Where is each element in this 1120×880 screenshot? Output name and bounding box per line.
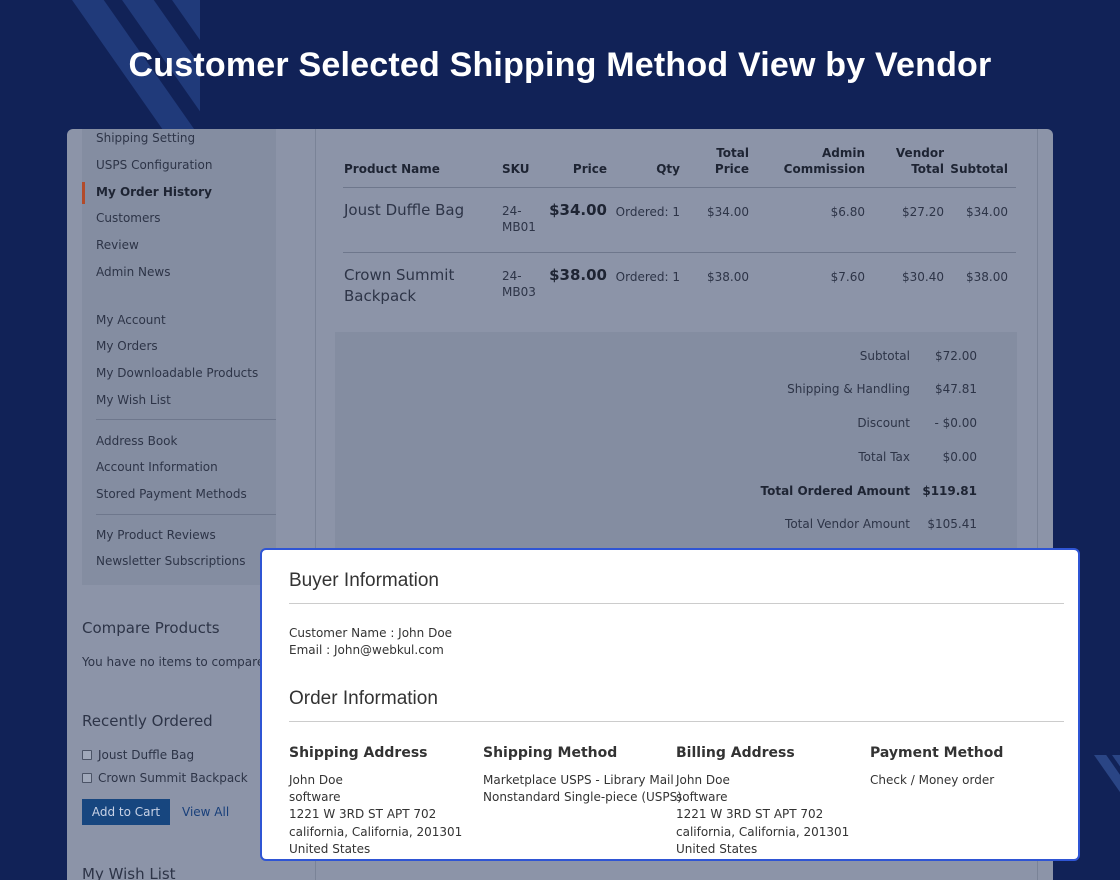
recent-item[interactable]: Joust Duffle Bag	[82, 748, 194, 762]
recent-item[interactable]: Crown Summit Backpack	[82, 771, 248, 785]
totals-subtotal-value: $72.00	[935, 349, 977, 363]
nav-my-order-history[interactable]: My Order History	[96, 185, 212, 199]
payment-method: Check / Money order	[870, 773, 995, 787]
nav-account-information[interactable]: Account Information	[96, 460, 218, 474]
buyer-information-title: Buyer Information	[289, 570, 439, 591]
totals-vendor-amount-label: Total Vendor Amount	[785, 517, 910, 531]
nav-newsletter-subscriptions[interactable]: Newsletter Subscriptions	[96, 554, 246, 568]
nav-my-wish-list[interactable]: My Wish List	[96, 393, 171, 407]
row-divider	[343, 187, 1016, 188]
nav-address-book[interactable]: Address Book	[96, 434, 177, 448]
nav-my-account[interactable]: My Account	[96, 313, 166, 327]
nav-admin-news[interactable]: Admin News	[96, 265, 170, 279]
nav-divider	[96, 419, 276, 420]
col-vendor-total: Vendor Total	[895, 146, 944, 176]
account-nav: Shipping Setting USPS Configuration My O…	[82, 129, 276, 585]
totals-subtotal-label: Subtotal	[859, 349, 910, 363]
row1-subtotal: $34.00	[966, 205, 1008, 219]
checkbox-icon[interactable]	[82, 773, 92, 783]
col-total-price: Total Price	[714, 146, 749, 176]
nav-stored-payment-methods[interactable]: Stored Payment Methods	[96, 487, 247, 501]
col-admin-commission: Admin Commission	[783, 146, 865, 176]
shipping-method-title: Shipping Method	[483, 745, 618, 761]
row1-admin-commission: $6.80	[830, 205, 865, 219]
customer-email: Email : John@webkul.com	[289, 643, 444, 657]
row1-total-price: $34.00	[707, 205, 749, 219]
buyer-order-info-card: Buyer Information Customer Name : John D…	[260, 548, 1080, 861]
section-rule	[289, 603, 1064, 604]
recently-ordered-title: Recently Ordered	[82, 712, 213, 730]
totals-tax-label: Total Tax	[858, 450, 910, 464]
shipping-address-title: Shipping Address	[289, 745, 428, 761]
shipping-address: John Doe software 1221 W 3RD ST APT 702 …	[289, 773, 463, 856]
wish-list-title: My Wish List	[82, 865, 176, 880]
nav-my-product-reviews[interactable]: My Product Reviews	[96, 528, 216, 542]
totals-shipping-value: $47.81	[935, 382, 977, 396]
totals-ordered-amount-label: Total Ordered Amount	[760, 484, 911, 498]
view-all-link[interactable]: View All	[182, 805, 229, 819]
nav-my-downloadable-products[interactable]: My Downloadable Products	[96, 366, 258, 380]
nav-usps-configuration[interactable]: USPS Configuration	[96, 158, 212, 172]
row1-qty: Ordered: 1	[615, 205, 680, 219]
totals-tax-value: $0.00	[942, 450, 977, 464]
col-price: Price	[572, 162, 607, 176]
totals-ordered-amount-value: $119.81	[922, 484, 977, 498]
col-sku: SKU	[502, 162, 530, 176]
col-subtotal: Subtotal	[950, 162, 1008, 176]
add-to-cart-button[interactable]: Add to Cart	[82, 799, 170, 825]
totals-discount-value: - $0.00	[934, 416, 978, 430]
nav-divider	[96, 514, 276, 515]
checkbox-icon[interactable]	[82, 750, 92, 760]
row1-product-name: Joust Duffle Bag	[344, 201, 465, 219]
page-headline: Customer Selected Shipping Method View b…	[128, 46, 992, 84]
col-qty: Qty	[656, 162, 680, 176]
nav-review[interactable]: Review	[96, 238, 139, 252]
row2-total-price: $38.00	[707, 270, 749, 284]
row2-sku: 24- MB03	[502, 269, 536, 299]
compare-products-title: Compare Products	[82, 619, 220, 637]
payment-method-title: Payment Method	[870, 745, 1004, 761]
row2-vendor-total: $30.40	[902, 270, 944, 284]
totals-vendor-amount-value: $105.41	[927, 517, 977, 531]
row2-subtotal: $38.00	[966, 270, 1008, 284]
section-rule	[289, 721, 1064, 722]
totals-discount-label: Discount	[857, 416, 910, 430]
totals-shipping-label: Shipping & Handling	[787, 382, 910, 396]
shipping-method: Marketplace USPS - Library Mail Nonstand…	[483, 773, 682, 805]
nav-my-orders[interactable]: My Orders	[96, 339, 158, 353]
row2-qty: Ordered: 1	[615, 270, 680, 284]
col-product-name: Product Name	[344, 162, 440, 176]
nav-shipping-setting[interactable]: Shipping Setting	[96, 131, 195, 145]
active-indicator	[82, 182, 85, 204]
billing-address: John Doe software 1221 W 3RD ST APT 702 …	[676, 773, 850, 856]
row2-product-name: Crown Summit Backpack	[344, 266, 455, 305]
order-information-title: Order Information	[289, 688, 438, 709]
row1-sku: 24- MB01	[502, 204, 536, 234]
compare-empty-text: You have no items to compare.	[82, 655, 269, 669]
row1-vendor-total: $27.20	[902, 205, 944, 219]
row-divider	[343, 252, 1016, 253]
nav-customers[interactable]: Customers	[96, 211, 161, 225]
billing-address-title: Billing Address	[676, 745, 795, 761]
customer-name: Customer Name : John Doe	[289, 626, 453, 640]
row2-admin-commission: $7.60	[830, 270, 865, 284]
